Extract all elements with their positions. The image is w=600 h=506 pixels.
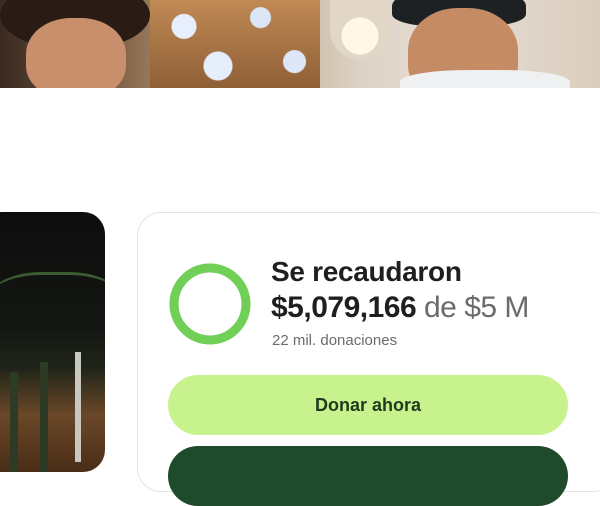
thumbnail-detail [10,372,18,472]
hero-lamp [330,0,390,60]
hero-person-left [26,18,126,88]
share-button[interactable] [168,446,568,506]
goal-text: de $5 M [424,291,529,324]
donation-count: 22 mil. donaciones [272,332,398,349]
thumbnail-detail [40,362,48,472]
raised-amount: $5,079,166 [271,291,417,324]
amount-line: $5,079,166 de $5 M [271,291,529,325]
hero-photo [0,0,600,88]
raised-title: Se recaudaron [271,256,462,287]
thumbnail-detail [0,272,105,335]
hero-person-right-shirt [400,70,570,88]
media-thumbnail[interactable] [0,212,105,472]
progress-ring [169,263,251,345]
progress-ring-fill [169,263,251,345]
hero-background-wall [150,0,320,88]
thumbnail-detail [75,352,81,462]
donate-now-button[interactable]: Donar ahora [168,375,568,435]
